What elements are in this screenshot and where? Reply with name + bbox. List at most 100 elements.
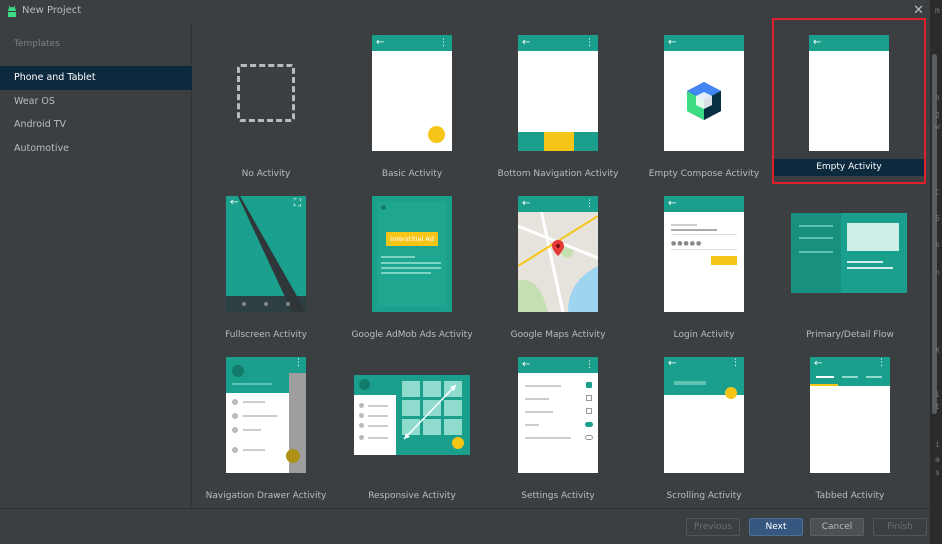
phone-preview: ← ⋮ <box>518 357 598 473</box>
overflow-menu-icon: ⋮ <box>585 38 594 48</box>
template-tabbed-activity[interactable]: ← ⋮ Tabbed Activity <box>777 346 923 506</box>
template-navigation-drawer-activity[interactable]: ⋮ Navigation Drawer Activity <box>193 346 339 506</box>
field-label <box>671 224 697 226</box>
menu-item-line <box>243 449 265 451</box>
checkbox-checked-icon <box>586 382 592 388</box>
template-bottom-navigation-activity[interactable]: ← ⋮ Bottom Navigation Activity <box>485 24 631 184</box>
menu-item-icon <box>232 427 238 433</box>
back-arrow-icon: ← <box>668 358 677 369</box>
vertical-scrollbar[interactable] <box>930 24 942 544</box>
back-arrow-icon: ← <box>668 198 677 209</box>
template-responsive-activity[interactable]: Responsive Activity <box>339 346 485 506</box>
setting-line <box>525 437 571 439</box>
map-pin-icon <box>552 240 564 256</box>
edge-glyph: i <box>935 440 940 449</box>
edge-glyph: t <box>935 402 940 411</box>
ad-close-dot <box>381 205 386 210</box>
menu-item-line <box>243 415 277 417</box>
ad-overlay <box>377 201 447 307</box>
phone-preview: ← ●●●●● <box>664 196 744 312</box>
overflow-menu-icon: ⋮ <box>877 358 886 368</box>
edge-glyph: 6 <box>935 214 940 223</box>
phone-preview: ← <box>809 35 889 151</box>
tab-label <box>842 376 858 378</box>
back-arrow-icon: ← <box>522 37 531 48</box>
responsive-grid-illustration <box>396 375 470 455</box>
template-google-maps-activity[interactable]: ← ⋮ Google Maps Activity <box>485 185 631 345</box>
next-button[interactable]: Next <box>749 518 803 536</box>
templates-grid: No Activity ← ⋮ Basic Activity ← ⋮ Bottom … <box>193 18 930 508</box>
template-label: Fullscreen Activity <box>225 330 307 340</box>
template-label: Google AdMob Ads Activity <box>351 330 473 340</box>
back-arrow-icon: ← <box>814 358 823 369</box>
back-arrow-icon: ← <box>230 197 239 208</box>
edge-glyph: a <box>935 455 940 464</box>
template-empty-activity[interactable]: ← Empty Activity <box>772 18 926 184</box>
interstitial-ad-badge: Interstitial Ad <box>386 232 438 246</box>
template-basic-activity[interactable]: ← ⋮ Basic Activity <box>339 24 485 184</box>
login-button-preview <box>711 256 737 265</box>
template-label: Empty Compose Activity <box>648 169 760 179</box>
sidebar-item-automotive[interactable]: Automotive <box>0 137 192 161</box>
window-title: New Project <box>22 5 82 16</box>
template-login-activity[interactable]: ← ●●●●● Login Activity <box>631 185 777 345</box>
finish-button[interactable]: Finish <box>873 518 927 536</box>
edge-glyph: m <box>935 6 940 15</box>
template-scrolling-activity[interactable]: ← ⋮ Scrolling Activity <box>631 346 777 506</box>
fullscreen-icon: ⛶ <box>294 198 301 209</box>
checkbox-icon <box>586 395 592 401</box>
sidebar-item-phone-and-tablet[interactable]: Phone and Tablet <box>0 66 192 90</box>
overflow-menu-icon: ⋮ <box>585 360 594 370</box>
previous-button[interactable]: Previous <box>686 518 740 536</box>
username-field <box>671 229 717 231</box>
detail-line <box>847 267 893 269</box>
no-activity-placeholder <box>237 64 295 122</box>
back-arrow-icon: ← <box>668 37 677 48</box>
fab-icon <box>725 387 737 399</box>
list-item-icon <box>359 435 364 440</box>
jetpack-compose-icon <box>687 82 721 120</box>
cancel-button[interactable]: Cancel <box>810 518 864 536</box>
phone-preview: ← ⋮ <box>372 35 452 151</box>
template-label: Tabbed Activity <box>815 491 885 501</box>
close-icon[interactable]: ✕ <box>913 3 924 18</box>
edge-glyph: X <box>935 346 940 355</box>
android-studio-icon <box>8 5 16 17</box>
scrollbar-thumb[interactable] <box>932 54 937 414</box>
phone-preview: ← ⛶ <box>226 196 306 312</box>
template-empty-compose-activity[interactable]: ← Empty Compose Activity <box>631 24 777 184</box>
back-arrow-icon: ← <box>522 198 531 209</box>
dialog-footer: Previous Next Cancel Finish <box>0 508 930 544</box>
phone-preview: Interstitial Ad <box>372 196 452 312</box>
template-label: Empty Activity <box>774 159 924 176</box>
tablet-preview <box>354 375 470 455</box>
template-fullscreen-activity[interactable]: ← ⛶ Fullscreen Activity <box>193 185 339 345</box>
sidebar-item-wear-os[interactable]: Wear OS <box>0 90 192 114</box>
list-item-line <box>368 405 388 407</box>
password-dots: ●●●●● <box>671 240 703 247</box>
setting-line <box>525 398 549 400</box>
sidebar-item-android-tv[interactable]: Android TV <box>0 113 192 137</box>
template-primary-detail-flow[interactable]: Primary/Detail Flow <box>777 185 923 345</box>
bottom-nav-selected <box>544 132 574 151</box>
menu-item-icon <box>232 399 238 405</box>
list-item-icon <box>359 413 364 418</box>
phone-preview: ← ⋮ <box>518 35 598 151</box>
setting-line <box>525 411 553 413</box>
overflow-menu-icon: ⋮ <box>585 199 594 209</box>
template-label: Bottom Navigation Activity <box>497 169 619 179</box>
fab-icon <box>286 449 300 463</box>
new-project-dialog: New Project ✕ Templates Phone and Tablet… <box>0 0 930 544</box>
template-label: Primary/Detail Flow <box>806 330 894 340</box>
tab-label <box>866 376 882 378</box>
template-no-activity[interactable]: No Activity <box>193 24 339 184</box>
template-settings-activity[interactable]: ← ⋮ Settings Activity <box>485 346 631 506</box>
back-arrow-icon: ← <box>813 37 822 48</box>
phone-preview: ← <box>664 35 744 151</box>
list-item-icon <box>359 423 364 428</box>
templates-sidebar: Templates Phone and Tablet Wear OS Andro… <box>0 24 192 508</box>
avatar <box>232 365 244 377</box>
template-google-admob-ads-activity[interactable]: Interstitial Ad Google AdMob Ads Activit… <box>339 185 485 345</box>
overflow-menu-icon: ⋮ <box>439 38 448 48</box>
tab-selected-indicator <box>810 384 838 386</box>
